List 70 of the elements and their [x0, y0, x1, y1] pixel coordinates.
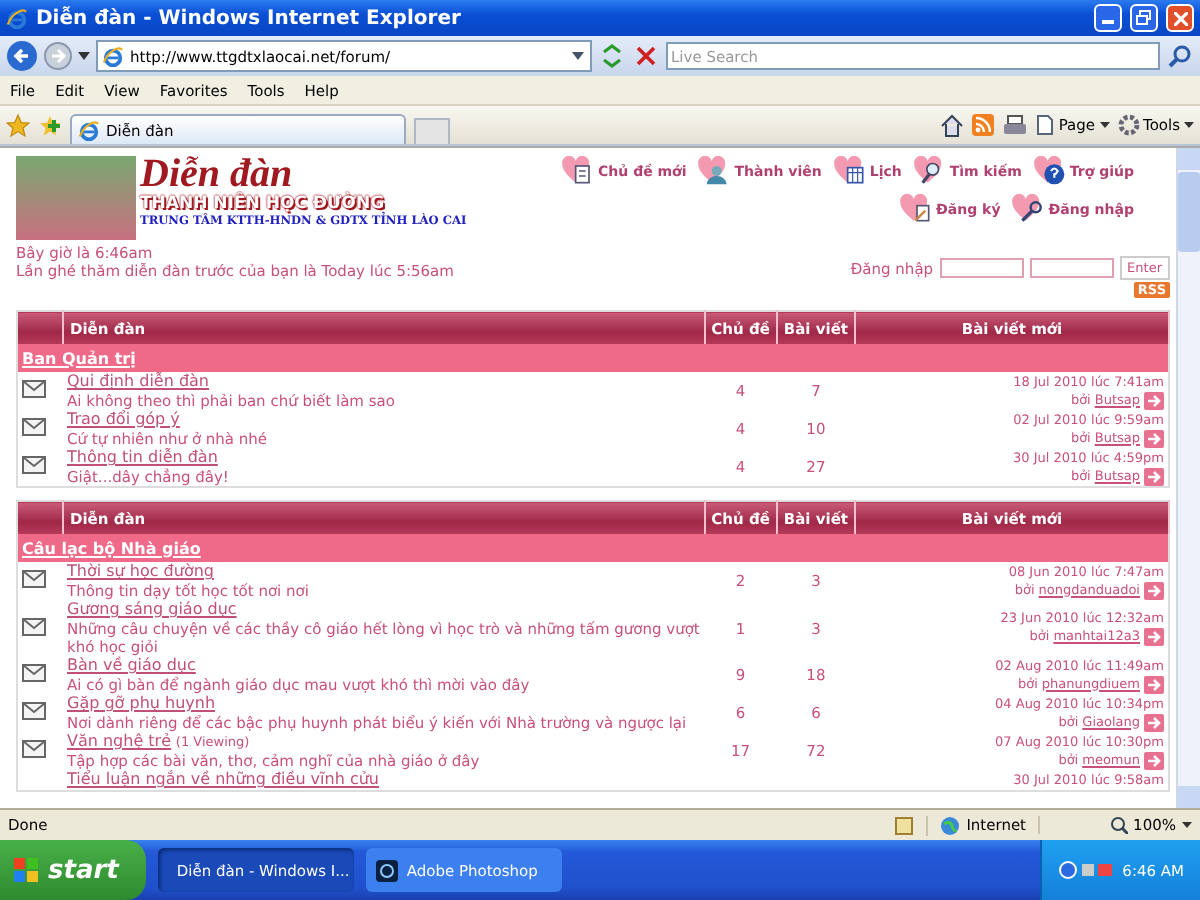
tray-icons-drawing [1058, 860, 1115, 880]
site-title: Diễn đàn [140, 156, 293, 194]
go-to-post-icon[interactable] [1144, 391, 1164, 409]
go-to-post-icon[interactable] [1144, 628, 1164, 646]
home-icon[interactable] [940, 113, 965, 137]
column-header [17, 501, 63, 534]
search-icon[interactable] [1166, 42, 1194, 70]
go-to-post-icon[interactable] [1144, 467, 1164, 485]
minimize-button[interactable] [1094, 4, 1122, 32]
scrollbar[interactable] [1176, 148, 1200, 808]
new-tab-button[interactable] [414, 118, 450, 144]
forum-link[interactable]: Thời sự học đường [67, 562, 214, 580]
restore-icon [1136, 10, 1152, 26]
forum-link[interactable]: Gặp gỡ phụ huynh [67, 694, 216, 712]
magnifier-icon [1109, 816, 1128, 834]
go-to-post-icon[interactable] [1144, 581, 1164, 599]
dropdown-caret-icon[interactable] [569, 48, 585, 64]
forum-link[interactable]: Văn nghệ trẻ [67, 732, 172, 750]
heart-question-icon [1033, 156, 1068, 186]
category-link[interactable]: Câu lạc bộ Nhà giáo [22, 539, 201, 557]
ie-logo-icon [6, 7, 28, 29]
go-to-post-icon[interactable] [1144, 713, 1164, 731]
feed-icon[interactable] [972, 114, 995, 136]
app-icon [376, 859, 399, 881]
site-subtitle: THANH NIÊN HỌC ĐƯỜNG [140, 194, 385, 214]
shield-icon [894, 815, 915, 835]
favorites-star-icon[interactable] [6, 113, 30, 137]
caret-icon [1184, 122, 1194, 128]
caret-icon [1099, 122, 1110, 128]
photo-placeholder [16, 156, 136, 240]
heart-calendar-icon [833, 156, 868, 186]
heart-key-icon [1012, 194, 1047, 224]
category-link[interactable]: Ban Quản trị [22, 349, 136, 367]
restore-button[interactable] [1130, 4, 1158, 32]
windows-logo-icon [12, 856, 40, 884]
forum-link[interactable]: Gương sáng giáo dục [67, 600, 237, 618]
password-field[interactable] [1029, 258, 1114, 278]
start-button[interactable]: start [0, 840, 147, 900]
caret-icon [1182, 822, 1192, 828]
envelope-icon [22, 617, 46, 635]
envelope-icon [22, 380, 46, 398]
forum-link[interactable]: Trao đổi góp ý [67, 410, 180, 428]
forum-link[interactable]: Tiểu luận ngắn về những điều vĩnh cửu [67, 770, 379, 788]
go-to-post-icon[interactable] [1144, 751, 1164, 769]
envelope-icon [22, 740, 46, 758]
back-button[interactable] [6, 40, 38, 72]
envelope-icon [22, 664, 46, 682]
heart-document-icon [900, 194, 935, 224]
close-button[interactable] [1166, 4, 1194, 32]
username-field[interactable] [939, 258, 1024, 278]
refresh-icon[interactable] [597, 42, 625, 70]
column-header [17, 311, 63, 344]
forum-link[interactable]: Bàn về giáo dục [67, 656, 196, 674]
dropdown-caret-icon[interactable] [78, 52, 90, 60]
envelope-icon [22, 570, 46, 588]
close-icon [1173, 11, 1187, 25]
go-to-post-icon[interactable] [1144, 429, 1164, 447]
globe-icon [940, 815, 961, 835]
envelope-icon [22, 418, 46, 436]
envelope-icon [22, 702, 46, 720]
gear-icon [1117, 114, 1140, 136]
go-to-post-icon[interactable] [1144, 675, 1164, 693]
forum-link[interactable]: Thông tin diễn đàn [67, 448, 218, 466]
stop-icon[interactable] [631, 42, 659, 70]
forum-link[interactable]: Qui định diễn đàn [67, 372, 210, 390]
window-title: Diễn đàn - Windows Internet Explorer [36, 7, 463, 29]
printer-icon[interactable] [1002, 113, 1029, 137]
envelope-icon [22, 456, 46, 474]
add-favorite-icon[interactable] [38, 113, 62, 137]
ie-logo-icon [78, 119, 100, 141]
